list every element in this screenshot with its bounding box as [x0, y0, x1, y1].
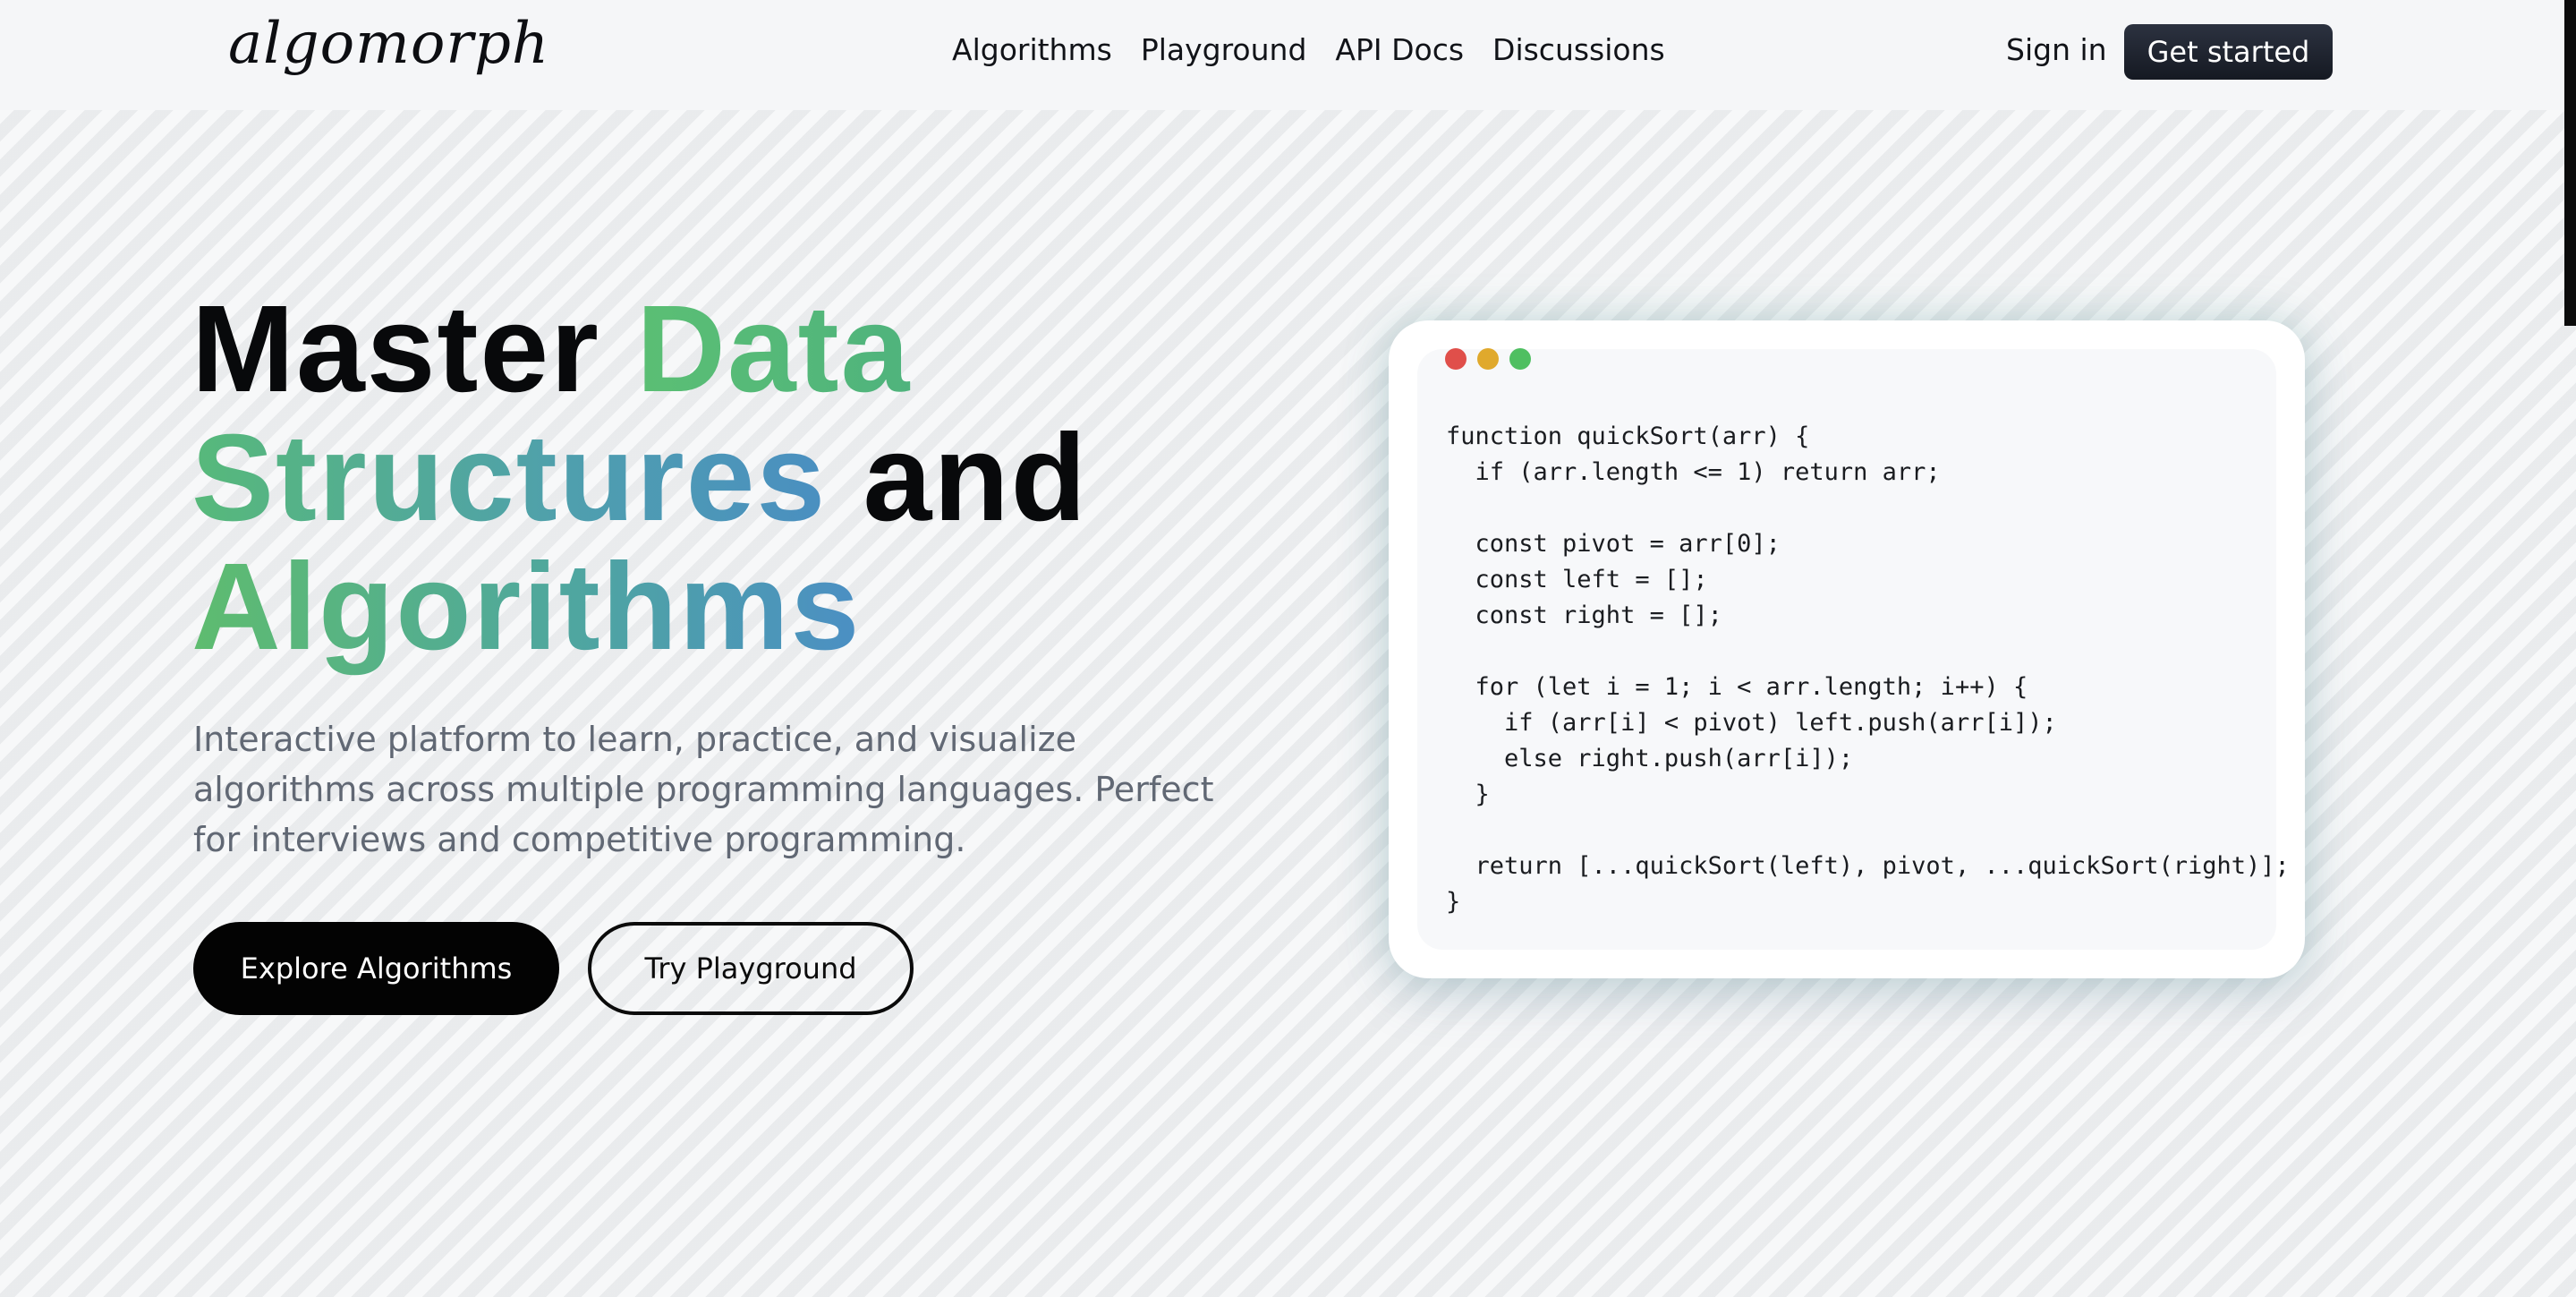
scrollbar-thumb[interactable] — [2564, 0, 2576, 326]
hero-title-structures: Structures — [191, 409, 828, 547]
window-minimize-dot-icon — [1477, 348, 1499, 370]
nav-link-discussions[interactable]: Discussions — [1492, 32, 1665, 67]
code-line: function quickSort(arr) { — [1446, 422, 1810, 450]
sign-in-link[interactable]: Sign in — [2006, 32, 2107, 67]
code-line: if (arr.length <= 1) return arr; — [1446, 458, 1941, 486]
main-nav: Algorithms Playground API Docs Discussio… — [952, 32, 1665, 67]
get-started-button[interactable]: Get started — [2124, 24, 2333, 80]
code-line: const right = []; — [1446, 602, 1722, 629]
hero-title-data: Data — [636, 280, 912, 418]
algomorph-logo[interactable]: algomorph — [228, 11, 549, 77]
code-line: return [...quickSort(left), pivot, ...qu… — [1446, 852, 2290, 880]
hero-title-algorithms: Algorithms — [191, 538, 862, 676]
code-line: const pivot = arr[0]; — [1446, 530, 1781, 558]
code-line: } — [1446, 888, 1461, 916]
top-navbar: algomorph Algorithms Playground API Docs… — [0, 0, 2576, 110]
code-line: if (arr[i] < pivot) left.push(arr[i]); — [1446, 709, 2057, 737]
hero-title: Master Data Structures and Algorithms — [191, 285, 1088, 671]
code-snippet: function quickSort(arr) { if (arr.length… — [1446, 419, 2290, 920]
code-line: for (let i = 1; i < arr.length; i++) { — [1446, 673, 2028, 701]
explore-algorithms-button[interactable]: Explore Algorithms — [193, 922, 559, 1015]
window-maximize-dot-icon — [1509, 348, 1531, 370]
code-line: const left = []; — [1446, 566, 1708, 593]
nav-link-algorithms[interactable]: Algorithms — [952, 32, 1112, 67]
nav-link-api-docs[interactable]: API Docs — [1335, 32, 1464, 67]
hero-title-and: and — [827, 409, 1088, 547]
window-close-dot-icon — [1445, 348, 1467, 370]
code-line: } — [1446, 781, 1490, 808]
try-playground-button[interactable]: Try Playground — [588, 922, 914, 1015]
nav-link-playground[interactable]: Playground — [1141, 32, 1307, 67]
code-line: else right.push(arr[i]); — [1446, 745, 1854, 772]
hero-title-master: Master — [191, 280, 637, 418]
hero-subtitle: Interactive platform to learn, practice,… — [193, 720, 1214, 859]
